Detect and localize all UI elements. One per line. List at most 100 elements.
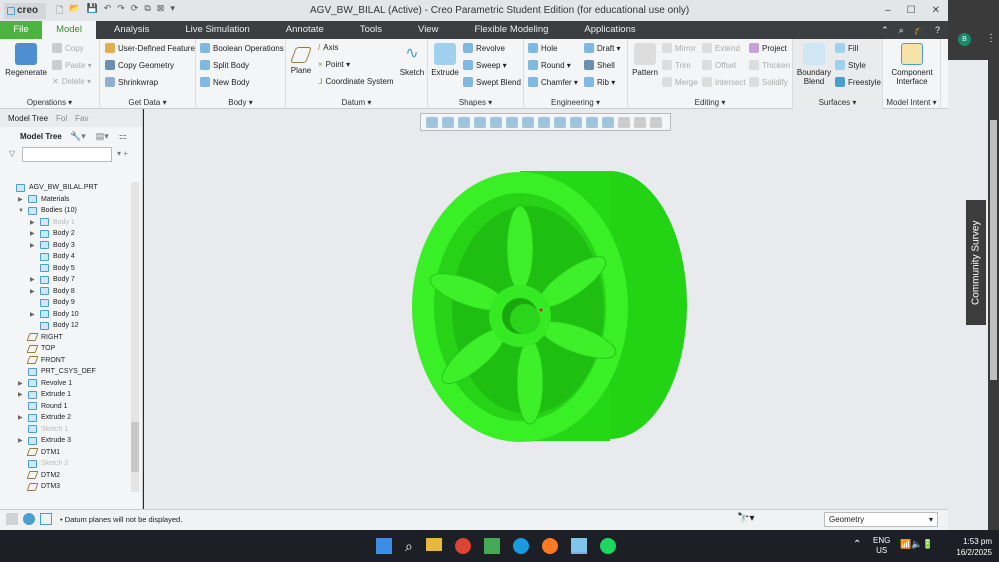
- expand-arrow-icon[interactable]: ▶: [30, 276, 40, 283]
- expand-arrow-icon[interactable]: ▼: [18, 208, 28, 214]
- expand-arrow-icon[interactable]: ▶: [30, 230, 40, 237]
- tree-item[interactable]: AGV_BW_BILAL.PRT: [6, 182, 130, 194]
- tree-item[interactable]: TOP: [6, 343, 130, 355]
- expand-arrow-icon[interactable]: ▶: [30, 288, 40, 295]
- tree-item[interactable]: ▼ Bodies (10): [6, 205, 130, 217]
- draft-button[interactable]: Draft ▾: [584, 43, 621, 53]
- expand-arrow-icon[interactable]: ▶: [30, 219, 40, 226]
- clock-time[interactable]: 1:53 pm: [950, 536, 992, 547]
- tree-item[interactable]: Round 1: [6, 401, 130, 413]
- round-button[interactable]: Round ▾: [528, 60, 571, 70]
- tree-scrollbar[interactable]: [131, 182, 139, 492]
- tree-item[interactable]: ▶ Extrude 1: [6, 389, 130, 401]
- tree-item[interactable]: ▶ Body 8: [6, 286, 130, 298]
- tree-item[interactable]: ▶ Body 2: [6, 228, 130, 240]
- offset-button[interactable]: Offset: [702, 60, 736, 70]
- tab-applications[interactable]: Applications: [566, 21, 653, 39]
- surfaces-label[interactable]: Surfaces ▾: [793, 98, 882, 107]
- page-scrollbar[interactable]: [990, 120, 997, 380]
- find-icon[interactable]: 🔭▾: [737, 513, 754, 524]
- swept-blend-button[interactable]: Swept Blend: [463, 77, 521, 87]
- spotify-icon[interactable]: [599, 538, 616, 554]
- maximize-button[interactable]: ☐: [907, 5, 916, 16]
- windows-icon[interactable]: ⧉: [144, 3, 150, 19]
- firefox-icon[interactable]: [541, 538, 558, 554]
- expand-arrow-icon[interactable]: ▶: [18, 414, 28, 421]
- close-button[interactable]: ✕: [932, 5, 940, 16]
- tab-file[interactable]: File: [0, 21, 42, 39]
- tab-live-simulation[interactable]: Live Simulation: [167, 21, 267, 39]
- tree-item[interactable]: DTM3: [6, 481, 130, 493]
- tree-item[interactable]: Body 4: [6, 251, 130, 263]
- close-window-icon[interactable]: ⊠: [157, 3, 165, 19]
- boolean-operations-button[interactable]: Boolean Operations: [200, 43, 284, 53]
- tree-filter-input[interactable]: [22, 147, 112, 162]
- point-button[interactable]: × Point ▾: [318, 60, 350, 69]
- plane-button[interactable]: Plane: [289, 43, 313, 75]
- boundary-blend-button[interactable]: Boundary Blend: [795, 43, 833, 86]
- tray-overflow-icon[interactable]: ⌃: [853, 539, 861, 550]
- split-body-button[interactable]: Split Body: [200, 60, 249, 70]
- new-icon[interactable]: 🗋: [56, 3, 63, 19]
- selection-filter-dropdown[interactable]: Geometry ▾: [824, 512, 938, 527]
- help-icon[interactable]: ?: [935, 25, 940, 36]
- learning-icon[interactable]: 🎓: [914, 25, 925, 36]
- tab-model[interactable]: Model: [42, 21, 96, 39]
- tab-flexible-modeling[interactable]: Flexible Modeling: [456, 21, 566, 39]
- thicken-button[interactable]: Thicken: [749, 60, 790, 70]
- tree-item[interactable]: ▶ Body 10: [6, 309, 130, 321]
- tab-analysis[interactable]: Analysis: [96, 21, 167, 39]
- rib-button[interactable]: Rib ▾: [584, 77, 615, 87]
- creo-taskbar-icon[interactable]: [570, 538, 587, 554]
- trim-button[interactable]: Trim: [662, 60, 691, 70]
- wheel-model[interactable]: [144, 109, 948, 509]
- hole-button[interactable]: Hole: [528, 43, 557, 53]
- expand-arrow-icon[interactable]: ▶: [18, 437, 28, 444]
- tree-columns-icon[interactable]: ⚏: [119, 131, 127, 142]
- save-icon[interactable]: 💾: [86, 3, 97, 19]
- sweep-button[interactable]: Sweep ▾: [463, 60, 507, 70]
- datum-label[interactable]: Datum ▾: [286, 98, 427, 107]
- tab-folder-browser[interactable]: Fol: [56, 114, 67, 123]
- start-icon[interactable]: [376, 538, 392, 554]
- axis-button[interactable]: / Axis: [318, 43, 338, 52]
- shapes-label[interactable]: Shapes ▾: [428, 98, 523, 107]
- tree-item[interactable]: Sketch 1: [6, 424, 130, 436]
- chamfer-button[interactable]: Chamfer ▾: [528, 77, 578, 87]
- more-menu-icon[interactable]: ⋮: [986, 33, 996, 44]
- language-label[interactable]: ENG: [873, 536, 890, 546]
- tab-annotate[interactable]: Annotate: [268, 21, 342, 39]
- intersect-button[interactable]: Intersect: [702, 77, 746, 87]
- tree-item[interactable]: ▶ Body 3: [6, 240, 130, 252]
- regenerate-button[interactable]: Regenerate: [5, 43, 47, 77]
- collapse-ribbon-icon[interactable]: ⌃: [881, 25, 889, 36]
- paste-button[interactable]: Paste ▾: [52, 60, 92, 70]
- pattern-button[interactable]: Pattern: [630, 43, 660, 77]
- shrinkwrap-button[interactable]: Shrinkwrap: [105, 77, 158, 87]
- mirror-button[interactable]: Mirror: [662, 43, 696, 53]
- graphics-viewport[interactable]: [144, 109, 948, 509]
- redo-icon[interactable]: ↷: [117, 3, 125, 19]
- user-defined-feature-button[interactable]: User-Defined Feature: [105, 43, 195, 53]
- edge-icon[interactable]: [512, 538, 529, 554]
- delete-button[interactable]: ✕ Delete ▾: [52, 77, 91, 86]
- expand-arrow-icon[interactable]: ▶: [30, 311, 40, 318]
- search-icon[interactable]: ⌕: [899, 25, 904, 36]
- model-tree-toggle-icon[interactable]: [6, 513, 18, 525]
- tree-item[interactable]: Sketch 2: [6, 458, 130, 470]
- tree-item[interactable]: ▶ Revolve 1: [6, 378, 130, 390]
- tree-item[interactable]: ▶ Body 7: [6, 274, 130, 286]
- tree-item[interactable]: Body 5: [6, 263, 130, 275]
- customize-icon[interactable]: ▾: [170, 3, 175, 19]
- community-survey-tab[interactable]: Community Survey: [966, 200, 986, 325]
- network-volume-battery-icon[interactable]: 📶🔈🔋: [900, 539, 934, 550]
- extrude-button[interactable]: Extrude: [430, 43, 460, 77]
- tree-item[interactable]: Body 12: [6, 320, 130, 332]
- search-icon[interactable]: ⌕: [405, 538, 413, 555]
- minimize-button[interactable]: –: [885, 5, 891, 16]
- sketch-button[interactable]: ∿ Sketch: [398, 43, 426, 77]
- copy-button[interactable]: Copy: [52, 43, 84, 53]
- tree-item[interactable]: ▶ Extrude 3: [6, 435, 130, 447]
- expand-arrow-icon[interactable]: ▶: [30, 242, 40, 249]
- copy-geometry-button[interactable]: Copy Geometry: [105, 60, 174, 70]
